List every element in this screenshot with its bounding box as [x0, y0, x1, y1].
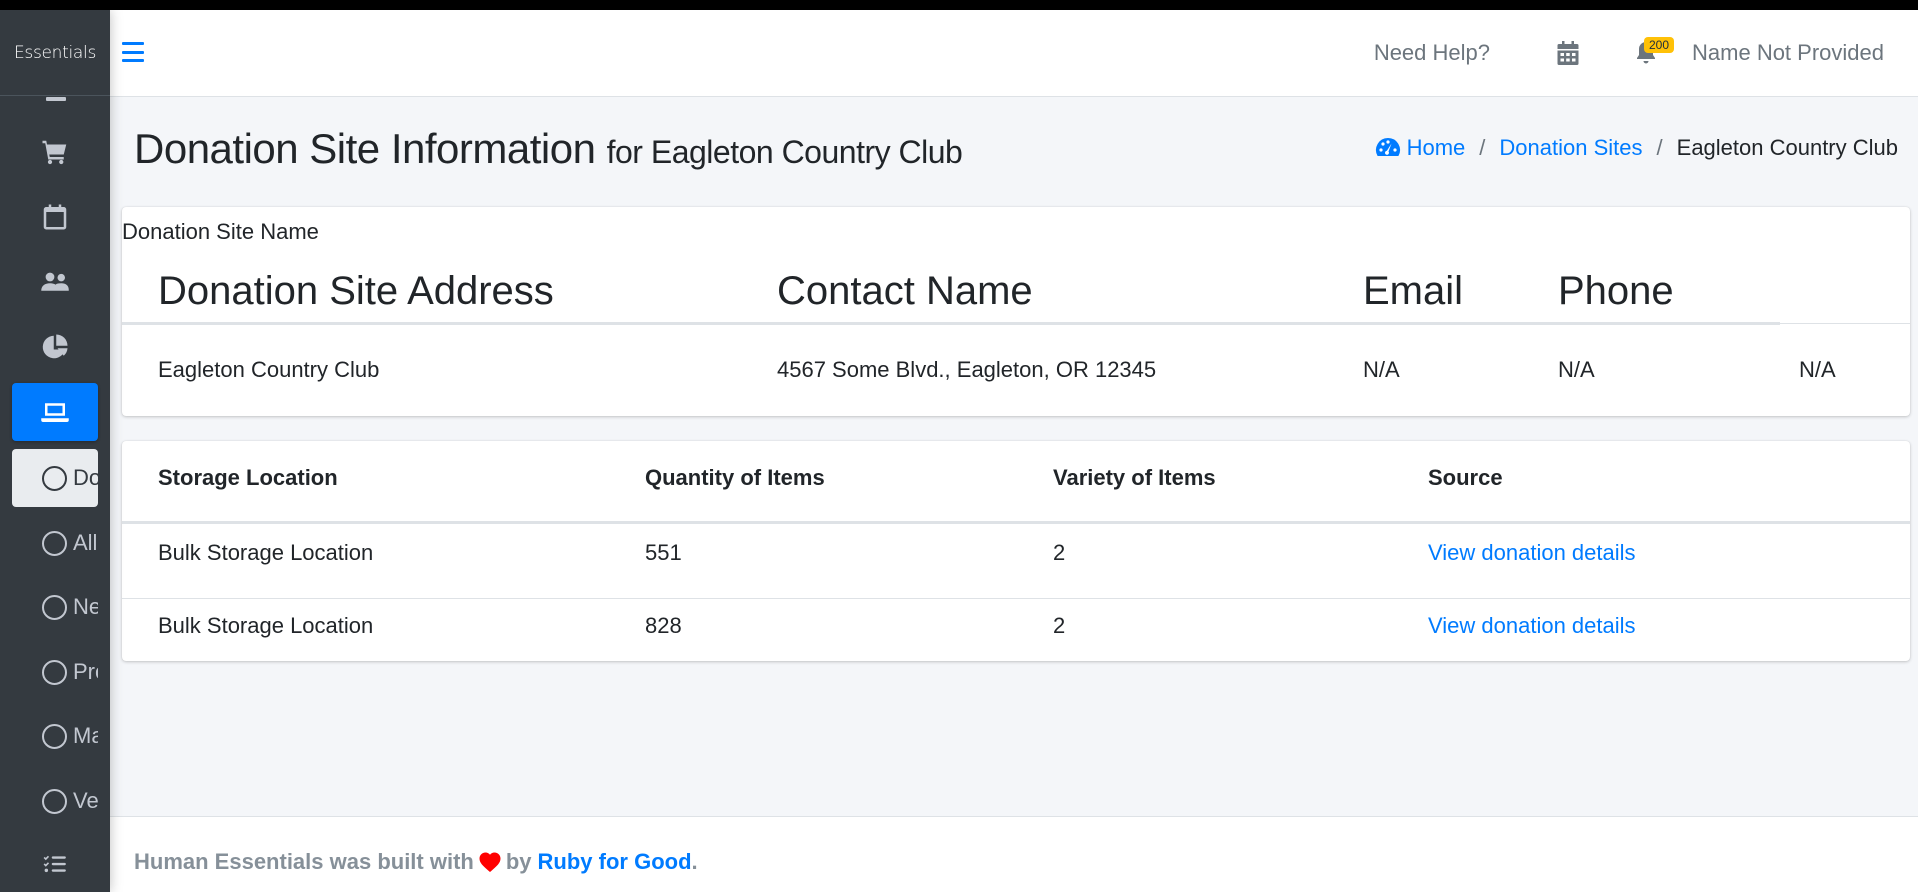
storage-location-cell: Bulk Storage Location	[158, 540, 374, 565]
site-name-caption: Donation Site Name	[122, 219, 319, 244]
sidebar-subitem-label: Donation Sites	[73, 465, 98, 490]
circle-icon	[42, 788, 67, 814]
view-donation-details-link[interactable]: View donation details	[1428, 613, 1636, 638]
sidebar-item-tasks[interactable]	[12, 836, 98, 892]
column-header: Storage Location	[158, 465, 338, 490]
breadcrumb-separator: /	[1479, 135, 1486, 160]
breadcrumb-donation-sites[interactable]: Donation Sites	[1499, 135, 1642, 161]
footer-suffix: .	[691, 849, 698, 874]
column-header: Variety of Items	[1053, 465, 1216, 490]
sidebar-subitem-label: Product Drives	[73, 659, 98, 684]
brand-text: Essentials	[13, 42, 97, 63]
tasks-icon	[43, 855, 66, 873]
laptop-icon	[41, 403, 69, 422]
header-divider	[1780, 323, 1910, 324]
column-header: Source	[1428, 465, 1503, 490]
sidebar-item-reports[interactable]	[12, 318, 98, 376]
storage-location-cell: Bulk Storage Location	[158, 613, 374, 638]
heart-icon	[479, 852, 501, 872]
breadcrumb: Home / Donation Sites / Eagleton Country…	[1375, 135, 1898, 161]
breadcrumb-home[interactable]: Home	[1407, 135, 1466, 161]
quantity-cell: 828	[645, 613, 682, 638]
brand-logo[interactable]: Essentials	[0, 10, 110, 96]
page-title: Donation Site Information for Eagleton C…	[134, 125, 963, 173]
sidebar: Essentials Donation Sites All Partners N…	[0, 10, 110, 892]
site-info-card: Donation Site Name Donation Site Address…	[122, 207, 1910, 416]
column-header: Email	[1363, 269, 1464, 313]
site-name-cell: Eagleton Country Club	[158, 357, 380, 382]
sidebar-subitem-manufacturers[interactable]: Manufacturers	[12, 707, 98, 765]
circle-icon	[42, 594, 67, 620]
variety-cell: 2	[1053, 613, 1066, 638]
need-help-link[interactable]: Need Help?	[1374, 40, 1490, 66]
variety-cell: 2	[1053, 540, 1066, 565]
view-donation-details-link[interactable]: View donation details	[1428, 540, 1636, 565]
app: Essentials Donation Sites All Partners N…	[0, 10, 1918, 892]
phone-cell: N/A	[1799, 357, 1836, 382]
ruby-for-good-link[interactable]: Ruby for Good	[538, 849, 692, 875]
breadcrumb-current: Eagleton Country Club	[1676, 135, 1898, 160]
sidebar-subitem-label: New Partner	[73, 594, 98, 619]
site-address-cell: 4567 Some Blvd., Eagleton, OR 12345	[777, 357, 1157, 382]
email-cell: N/A	[1558, 357, 1595, 382]
sidebar-subitem-new-partner[interactable]: New Partner	[12, 578, 98, 636]
sidebar-item-distributions[interactable]	[12, 188, 98, 246]
donations-card: Storage Location Quantity of Items Varie…	[122, 441, 1910, 661]
column-header: Phone	[1558, 269, 1674, 313]
user-menu[interactable]: Name Not Provided	[1692, 40, 1884, 66]
site-table-header: Donation Site Address Contact Name Email…	[122, 261, 1780, 325]
quantity-cell: 551	[645, 540, 682, 565]
row-divider	[122, 598, 1910, 599]
footer: Human Essentials was built with by Ruby …	[110, 816, 1918, 892]
circle-icon	[42, 465, 67, 491]
sidebar-item-community[interactable]	[12, 383, 98, 441]
hamburger-line	[122, 50, 144, 54]
hamburger-line	[122, 42, 144, 45]
breadcrumb-separator: /	[1656, 135, 1663, 160]
cart-icon	[42, 140, 67, 165]
notifications-button[interactable]: 200	[1634, 37, 1675, 66]
sidebar-subitem-donation-sites[interactable]: Donation Sites	[12, 449, 98, 507]
circle-icon	[42, 530, 67, 556]
calendar-icon[interactable]	[1556, 40, 1580, 66]
page-subtitle: for Eagleton Country Club	[606, 134, 963, 170]
sidebar-subitem-label: All Partners	[73, 530, 98, 555]
circle-icon	[42, 723, 67, 749]
content-header: Donation Site Information for Eagleton C…	[110, 97, 1918, 207]
header-divider	[122, 521, 1910, 524]
top-navbar: Need Help? 200 Name Not Provided	[110, 10, 1918, 97]
column-header: Quantity of Items	[645, 465, 825, 490]
notification-badge: 200	[1644, 37, 1675, 53]
column-header: Donation Site Address	[158, 269, 554, 313]
column-header: Contact Name	[777, 269, 1033, 313]
dashboard-icon	[1375, 138, 1400, 156]
page-title-text: Donation Site Information	[134, 125, 596, 172]
footer-text: Human Essentials was built with by Ruby …	[134, 849, 698, 875]
sidebar-subitem-vendors[interactable]: Vendors	[12, 772, 98, 830]
footer-by: by	[505, 849, 532, 874]
sidebar-item-purchases[interactable]	[12, 123, 98, 181]
sidebar-subitem-all-partners[interactable]: All Partners	[12, 514, 98, 572]
sidebar-subitem-label: Vendors	[73, 788, 98, 813]
users-icon	[41, 272, 69, 291]
contact-name-cell: N/A	[1363, 357, 1400, 382]
sidebar-subitem-product-drives[interactable]: Product Drives	[12, 643, 98, 701]
hamburger-line	[122, 59, 144, 62]
pie-chart-icon	[42, 334, 68, 359]
circle-icon	[42, 659, 67, 685]
sidebar-subitem-label: Manufacturers	[73, 723, 98, 748]
sidebar-item-partners[interactable]	[12, 253, 98, 311]
dashboard-icon-partial	[46, 97, 66, 101]
hamburger-menu-button[interactable]	[122, 42, 144, 62]
calendar-icon	[43, 204, 67, 230]
footer-prefix: Human Essentials was built with	[134, 849, 474, 874]
